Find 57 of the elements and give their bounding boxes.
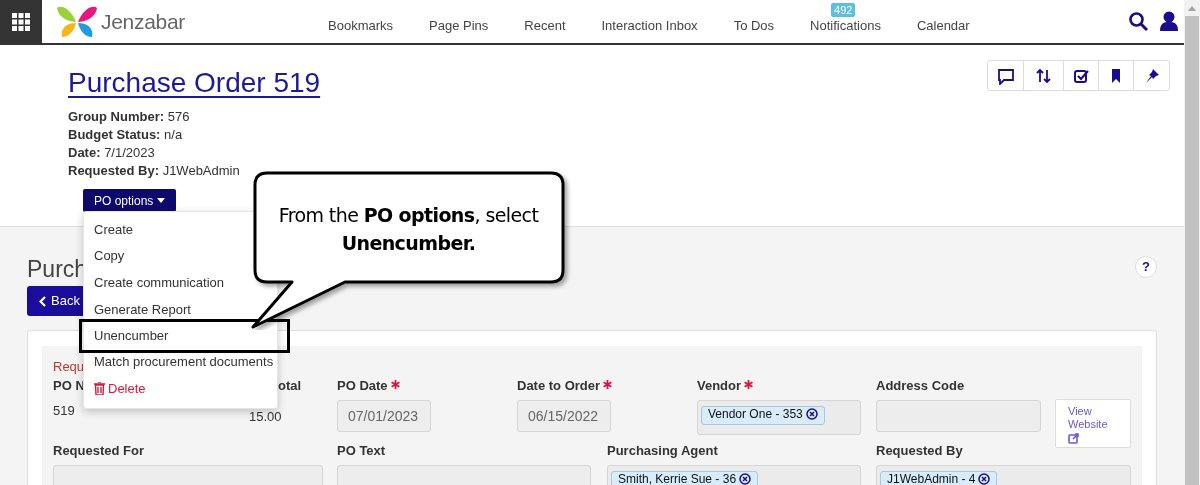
nav-link[interactable]: To Dos [733,18,775,33]
detail-line: Budget Status: n/a [68,126,184,144]
field-label: Purchasing Agent [607,442,718,461]
selected-chip: Smith, Kerrie Sue - 36 [611,471,759,485]
selected-chip: J1WebAdmin - 4 [880,471,998,485]
nav-link[interactable]: Recent [524,18,566,33]
scrollbar[interactable] [1184,0,1200,485]
chip-field[interactable]: Vendor One - 353 [697,400,861,435]
help-button[interactable]: ? [1135,256,1157,278]
chevron-left-icon [39,295,46,307]
detail-line: Requested By: J1WebAdmin [68,162,241,180]
caret-icon [157,198,166,203]
comment-icon [996,66,1015,85]
nav-link[interactable]: Notifications [810,18,881,33]
nav-link[interactable]: Interaction Inbox [601,18,698,33]
nav-link[interactable]: Page Pins [429,18,489,33]
detail-line: Group Number: 576 [68,108,191,126]
external-link-icon [1068,433,1079,444]
callout-text: From the PO options, select Unencumber. [277,203,540,256]
field-label: Date to Order [517,377,601,396]
field-label: Requested By [876,442,963,461]
remove-icon [739,473,752,485]
app-launcher[interactable] [0,0,42,43]
chip-field[interactable]: J1WebAdmin - 4 [876,465,1131,485]
nav-link[interactable]: Calendar [916,18,970,33]
back-button[interactable]: Back [27,286,85,316]
sort-arrows-icon [1034,66,1053,85]
field-label: PO Text [337,442,386,461]
input-field[interactable]: 07/01/2023 [337,400,431,432]
remove-icon [805,408,818,420]
field-label: Requested For [53,442,144,461]
chip-field[interactable]: Smith, Kerrie Sue - 36 [607,465,861,485]
menu-item[interactable]: Unencumber [79,318,290,353]
input-field[interactable]: 06/15/2022 [517,400,611,432]
menu-item[interactable]: Delete [84,375,277,403]
notification-badge: 492 [831,3,856,17]
required-note: Requ [53,360,85,374]
remove-icon [978,473,991,485]
user-icon[interactable] [1160,11,1178,31]
view-website-link[interactable]: View Website [1055,399,1131,448]
page-title[interactable]: Purchase Order 519 [68,66,321,100]
brand-name: Jenzabar [101,8,185,35]
selected-chip: Vendor One - 353 [701,406,825,425]
grid-icon [12,12,30,31]
field-value: 15.00 [249,408,279,426]
field-label: PO Date [337,377,388,396]
field-value: 519 [53,402,76,420]
detail-line: Date: 7/1/2023 [68,144,156,162]
trash-icon [94,382,105,396]
field-label: Address Code [876,377,965,396]
input-field[interactable] [876,400,1041,432]
butterfly-logo-icon [56,4,98,39]
search-icon[interactable] [1129,12,1148,31]
field-label: Vendor [697,377,742,396]
nav-link[interactable]: Bookmarks [328,18,394,33]
field-label: otal [278,377,302,396]
po-options-button[interactable]: PO options [83,189,177,212]
